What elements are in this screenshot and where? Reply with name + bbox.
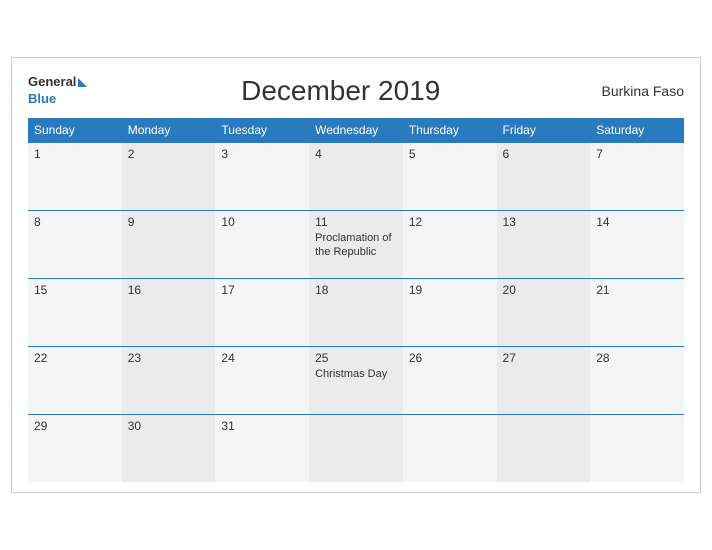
day-cell: 12 — [403, 210, 497, 278]
day-cell: 17 — [215, 278, 309, 346]
country-name: Burkina Faso — [594, 83, 684, 99]
day-cell: 5 — [403, 142, 497, 210]
day-cell-proclamation: 11 Proclamation of the Republic — [309, 210, 403, 278]
day-cell: 31 — [215, 414, 309, 482]
header-monday: Monday — [122, 118, 216, 143]
day-cell: 21 — [590, 278, 684, 346]
week-row-1: 1 2 3 4 5 6 7 — [28, 142, 684, 210]
day-cell-empty — [590, 414, 684, 482]
week-row-5: 29 30 31 — [28, 414, 684, 482]
day-cell: 27 — [497, 346, 591, 414]
day-cell: 13 — [497, 210, 591, 278]
day-cell: 23 — [122, 346, 216, 414]
day-cell: 20 — [497, 278, 591, 346]
day-cell: 3 — [215, 142, 309, 210]
day-cell: 28 — [590, 346, 684, 414]
day-cell: 24 — [215, 346, 309, 414]
day-cell: 22 — [28, 346, 122, 414]
day-cell: 8 — [28, 210, 122, 278]
calendar-title: December 2019 — [87, 75, 594, 107]
header-sunday: Sunday — [28, 118, 122, 143]
day-cell-empty — [309, 414, 403, 482]
day-cell: 15 — [28, 278, 122, 346]
header-tuesday: Tuesday — [215, 118, 309, 143]
day-cell: 30 — [122, 414, 216, 482]
day-cell: 4 — [309, 142, 403, 210]
header-friday: Friday — [497, 118, 591, 143]
day-cell: 26 — [403, 346, 497, 414]
logo-general-text: General — [28, 74, 76, 89]
day-cell: 18 — [309, 278, 403, 346]
week-row-3: 15 16 17 18 19 20 21 — [28, 278, 684, 346]
day-cell: 10 — [215, 210, 309, 278]
header-thursday: Thursday — [403, 118, 497, 143]
logo: General Blue — [28, 74, 87, 108]
day-cell-empty — [403, 414, 497, 482]
day-cell: 2 — [122, 142, 216, 210]
header-saturday: Saturday — [590, 118, 684, 143]
day-cell: 1 — [28, 142, 122, 210]
weekday-header-row: Sunday Monday Tuesday Wednesday Thursday… — [28, 118, 684, 143]
calendar-header: General Blue December 2019 Burkina Faso — [28, 74, 684, 108]
day-cell: 6 — [497, 142, 591, 210]
day-cell: 7 — [590, 142, 684, 210]
header-wednesday: Wednesday — [309, 118, 403, 143]
logo-blue-text: Blue — [28, 91, 56, 106]
day-cell: 9 — [122, 210, 216, 278]
day-cell-christmas: 25 Christmas Day — [309, 346, 403, 414]
week-row-2: 8 9 10 11 Proclamation of the Republic 1… — [28, 210, 684, 278]
logo-triangle-icon — [78, 78, 87, 87]
day-cell: 19 — [403, 278, 497, 346]
calendar-container: General Blue December 2019 Burkina Faso … — [11, 57, 701, 493]
day-cell: 14 — [590, 210, 684, 278]
day-cell: 16 — [122, 278, 216, 346]
calendar-table: Sunday Monday Tuesday Wednesday Thursday… — [28, 118, 684, 483]
day-cell: 29 — [28, 414, 122, 482]
day-cell-empty — [497, 414, 591, 482]
week-row-4: 22 23 24 25 Christmas Day 26 27 28 — [28, 346, 684, 414]
